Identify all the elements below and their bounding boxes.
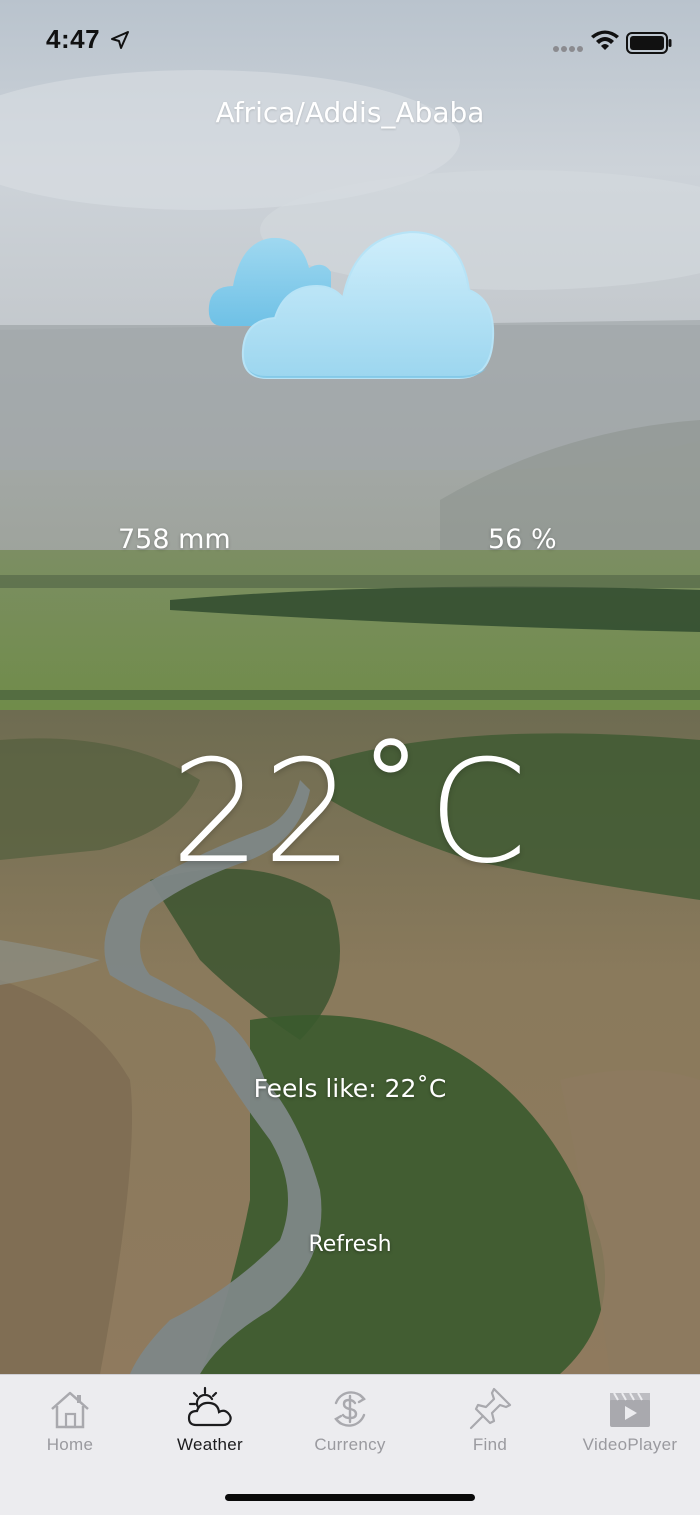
tab-home[interactable]: Home (0, 1375, 140, 1465)
battery-icon (626, 32, 672, 54)
weather-icon (187, 1386, 232, 1427)
pin-icon (469, 1387, 512, 1430)
tab-videoplayer[interactable]: VideoPlayer (560, 1375, 700, 1465)
tab-videoplayer-label: VideoPlayer (582, 1435, 678, 1454)
refresh-button[interactable]: Refresh (290, 1226, 410, 1262)
clouds-icon (208, 230, 495, 379)
tab-weather-label: Weather (176, 1435, 244, 1454)
status-bar: 4:47 (0, 0, 700, 88)
location-title: Africa/Addis_Ababa (215, 96, 485, 129)
wifi-icon (591, 30, 619, 50)
background-landscape-image (0, 0, 700, 1374)
temperature-value: 22˚C (170, 730, 530, 895)
tab-find-label: Find (472, 1435, 508, 1454)
humidity-value: 56 % (488, 524, 557, 555)
home-indicator (225, 1494, 475, 1501)
signal-icon (553, 46, 583, 52)
tab-home-label: Home (46, 1435, 94, 1454)
tab-currency-label: Currency (314, 1435, 386, 1454)
home-icon (51, 1391, 89, 1429)
location-arrow-icon (111, 31, 129, 49)
tab-bar: Home Weather Currency Find VideoPlayer (0, 1374, 700, 1515)
feels-like-value: Feels like: 22˚C (253, 1074, 447, 1103)
tab-find[interactable]: Find (420, 1375, 560, 1465)
currency-icon (334, 1391, 366, 1427)
pressure-value: 758 mm (118, 524, 231, 555)
status-time: 4:47 (46, 24, 101, 54)
tab-weather[interactable]: Weather (140, 1375, 280, 1465)
tab-currency[interactable]: Currency (280, 1375, 420, 1465)
video-player-icon (610, 1392, 650, 1427)
